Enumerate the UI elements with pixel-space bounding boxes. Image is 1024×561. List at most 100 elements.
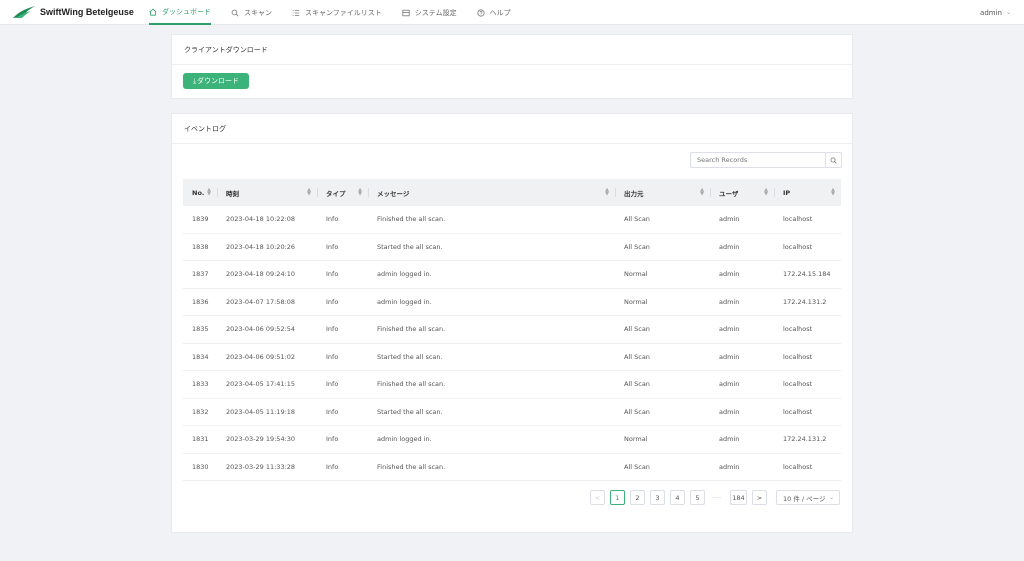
download-icon: ⤓ <box>192 76 197 85</box>
table-row: 1833 2023-04-05 17:41:15 Info Finished the … <box>183 371 841 399</box>
sort-icon: ▲ ▼ <box>764 187 768 197</box>
cell-ip: localhost <box>783 407 813 416</box>
cell-message: Finished the all scan. <box>377 462 446 471</box>
pagination: < 1 2 3 4 5 ··· 184 > 10 件 / ページ ⌄ <box>585 490 840 505</box>
page-button-3[interactable]: 3 <box>650 490 665 505</box>
user-menu[interactable]: admin ⌄ <box>980 0 1011 25</box>
chevron-down-icon: ⌄ <box>828 494 834 501</box>
home-icon <box>149 8 157 16</box>
cell-time: 2023-04-05 11:19:18 <box>226 407 296 416</box>
page-ellipsis[interactable]: ··· <box>710 490 725 505</box>
cell-type: Info <box>326 297 339 306</box>
column-header-message[interactable]: メッセージ ▲ ▼ <box>368 179 615 206</box>
client-download-title: クライアントダウンロード <box>172 35 852 65</box>
search-icon <box>830 157 837 164</box>
cell-type: Info <box>326 435 339 444</box>
table-row: 1835 2023-04-06 09:52:54 Info Finished the … <box>183 316 841 344</box>
cell-ip: 172.24.15.184 <box>783 270 831 279</box>
nav-item-label: ヘルプ <box>489 8 511 17</box>
cell-time: 2023-04-07 17:58:08 <box>226 297 296 306</box>
cell-ip: 172.24.131.2 <box>783 435 827 444</box>
cell-time: 2023-04-18 10:20:26 <box>226 242 296 251</box>
cell-no: 1830 <box>192 462 209 471</box>
cell-no: 1839 <box>192 215 209 224</box>
column-header-user[interactable]: ユーザ ▲ ▼ <box>710 179 774 206</box>
column-header-ip[interactable]: IP ▲ ▼ <box>774 179 841 206</box>
search-input[interactable] <box>691 153 825 167</box>
cell-message: Finished the all scan. <box>377 325 446 334</box>
column-header-time[interactable]: 時刻 ▲ ▼ <box>217 179 317 206</box>
sort-icon: ▲ ▼ <box>831 187 835 197</box>
cell-source: All Scan <box>624 325 650 334</box>
cell-source: Normal <box>624 297 648 306</box>
event-log-title: イベントログ <box>172 114 852 144</box>
cell-source: All Scan <box>624 215 650 224</box>
table-row: 1830 2023-03-29 11:33:28 Info Finished the … <box>183 454 841 481</box>
nav-item-label: スキャンファイルリスト <box>305 8 382 17</box>
cell-no: 1833 <box>192 380 209 389</box>
column-header-no[interactable]: No. ▲ ▼ <box>183 179 217 206</box>
prev-page-button[interactable]: < <box>590 490 605 505</box>
cell-message: Finished the all scan. <box>377 215 446 224</box>
nav-item-system-settings[interactable]: システム設定 <box>402 0 457 25</box>
table-row: 1837 2023-04-18 09:24:10 Info admin logged … <box>183 261 841 289</box>
search-button[interactable] <box>825 153 841 167</box>
cell-user: admin <box>719 352 740 361</box>
client-download-card: クライアントダウンロード ⤓ ダウンロード <box>171 34 853 99</box>
page-button-4[interactable]: 4 <box>670 490 685 505</box>
cell-time: 2023-03-29 19:54:30 <box>226 435 296 444</box>
page-button-last[interactable]: 184 <box>730 490 747 505</box>
table-header: No. ▲ ▼ 時刻 ▲ ▼ タイプ ▲ ▼ メッセージ ▲ ▼ 出力元 ▲ ▼ ユーザ ▲ ▼ IP ▲… <box>183 179 841 206</box>
cell-type: Info <box>326 462 339 471</box>
cell-ip: localhost <box>783 462 813 471</box>
search-box <box>690 152 842 168</box>
cell-type: Info <box>326 352 339 361</box>
cell-type: Info <box>326 380 339 389</box>
cell-user: admin <box>719 325 740 334</box>
settings-icon <box>402 9 410 16</box>
swift-bird-logo-icon <box>13 6 35 18</box>
cell-no: 1836 <box>192 297 209 306</box>
cell-source: All Scan <box>624 380 650 389</box>
nav-item-scan[interactable]: スキャン <box>231 0 272 25</box>
nav-item-scan-file-list[interactable]: スキャンファイルリスト <box>292 0 382 25</box>
cell-time: 2023-04-18 10:22:08 <box>226 215 296 224</box>
cell-ip: localhost <box>783 242 813 251</box>
cell-no: 1832 <box>192 407 209 416</box>
column-header-type[interactable]: タイプ ▲ ▼ <box>317 179 368 206</box>
column-header-source[interactable]: 出力元 ▲ ▼ <box>615 179 710 206</box>
cell-time: 2023-03-29 11:33:28 <box>226 462 296 471</box>
cell-message: Started the all scan. <box>377 242 443 251</box>
cell-message: Started the all scan. <box>377 407 443 416</box>
sort-icon: ▲ ▼ <box>307 187 311 197</box>
page-button-2[interactable]: 2 <box>630 490 645 505</box>
page-button-1[interactable]: 1 <box>610 490 625 505</box>
cell-no: 1831 <box>192 435 209 444</box>
cell-no: 1838 <box>192 242 209 251</box>
cell-time: 2023-04-06 09:51:02 <box>226 352 296 361</box>
app-logo[interactable]: SwiftWing Betelgeuse <box>13 5 134 19</box>
cell-source: All Scan <box>624 242 650 251</box>
cell-message: admin logged in. <box>377 297 432 306</box>
event-log-card: イベントログ No.▲▼ 時刻▲▼ タイプ▲▼ メッセージ▲▼ 出力元▲▼ ユー… <box>171 113 853 533</box>
cell-ip: localhost <box>783 325 813 334</box>
cell-ip: localhost <box>783 352 813 361</box>
cell-no: 1837 <box>192 270 209 279</box>
page-button-5[interactable]: 5 <box>690 490 705 505</box>
cell-user: admin <box>719 380 740 389</box>
cell-message: admin logged in. <box>377 270 432 279</box>
nav-item-help[interactable]: ヘルプ <box>476 0 511 25</box>
page-size-select[interactable]: 10 件 / ページ ⌄ <box>776 490 840 505</box>
table-row: 1836 2023-04-07 17:58:08 Info admin logged … <box>183 289 841 316</box>
nav-item-dashboard[interactable]: ダッシュボード <box>149 0 211 25</box>
download-button[interactable]: ⤓ ダウンロード <box>183 73 249 89</box>
search-icon <box>231 9 239 16</box>
cell-type: Info <box>326 242 339 251</box>
help-icon <box>476 8 485 17</box>
cell-source: Normal <box>624 270 648 279</box>
main-nav: ダッシュボード スキャン スキャンファイルリスト システム設定 ヘルプ <box>149 0 531 25</box>
cell-user: admin <box>719 297 740 306</box>
next-page-button[interactable]: > <box>752 490 767 505</box>
cell-ip: 172.24.131.2 <box>783 297 827 306</box>
sort-icon: ▲ ▼ <box>605 187 609 197</box>
